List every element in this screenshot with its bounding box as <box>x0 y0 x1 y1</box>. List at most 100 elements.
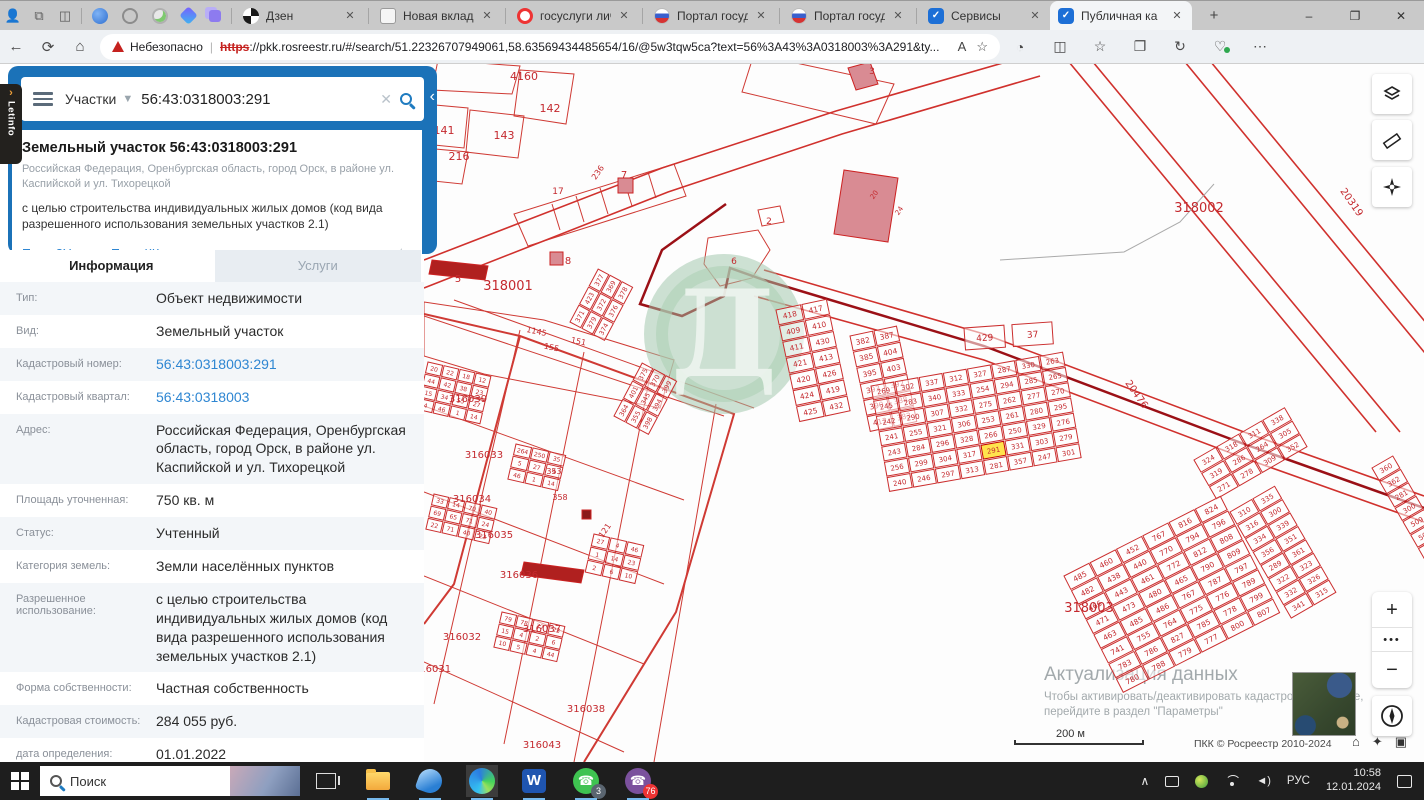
tab-dzen[interactable]: Дзен ✕ <box>235 1 365 31</box>
close-tab-icon[interactable]: ✕ <box>617 9 631 22</box>
word-app[interactable]: W <box>518 765 550 800</box>
tab-servisy[interactable]: ✓ Сервисы ✕ <box>920 1 1050 31</box>
zoom-in-button[interactable]: + <box>1372 592 1412 628</box>
row-value: Земельный участок <box>156 322 284 339</box>
map-label: 318003 <box>1064 601 1114 616</box>
wifi-icon[interactable] <box>1224 775 1240 787</box>
start-button[interactable] <box>0 762 40 800</box>
back-icon[interactable]: ← <box>0 38 32 55</box>
chevron-down-icon[interactable]: ▼ <box>122 93 133 105</box>
address-bar[interactable]: Небезопасно | https ://pkk.rosreestr.ru/… <box>100 33 1000 60</box>
tab-gosuslugi[interactable]: госуслуги лич ✕ <box>509 1 639 31</box>
cadastral-number-link[interactable]: 56:43:0318003:291 <box>156 355 424 374</box>
close-tab-icon[interactable]: ✕ <box>1028 9 1042 22</box>
close-tab-icon[interactable]: ✕ <box>343 9 357 22</box>
gosuslugi-icon <box>517 7 533 24</box>
search-placeholder: Поиск <box>70 773 107 789</box>
layers-button[interactable] <box>1372 74 1412 114</box>
browser-essentials-icon[interactable]: ♡ <box>1200 38 1240 55</box>
cadastral-quarter-link[interactable]: 56:43:0318003 <box>156 388 424 407</box>
table-row: Кадастровый номер: 56:43:0318003:291 <box>0 347 424 381</box>
edge-app[interactable] <box>466 765 498 800</box>
divider <box>916 7 917 24</box>
tab-portal-1[interactable]: Портал госуда ✕ <box>646 1 776 31</box>
restore-button[interactable]: ❐ <box>1332 1 1378 31</box>
locate-button[interactable] <box>1372 167 1412 207</box>
menu-icon[interactable] <box>33 89 53 109</box>
more-icon[interactable]: ⋯ <box>1240 38 1280 55</box>
search-input[interactable] <box>141 90 373 108</box>
measure-button[interactable] <box>1372 120 1412 160</box>
parcel-info-card: Земельный участок 56:43:0318003:291 Росс… <box>12 130 422 266</box>
split-screen-icon[interactable]: ◫ <box>1040 38 1080 55</box>
search-category[interactable]: Участки <box>65 91 116 107</box>
clear-search-icon[interactable]: ✕ <box>380 91 392 108</box>
collections-icon[interactable]: ❐ <box>1120 38 1160 55</box>
overview-minimap[interactable] <box>1292 672 1356 736</box>
taskbar-search[interactable]: Поиск <box>40 766 300 796</box>
globe-icon[interactable] <box>92 7 108 24</box>
photos-app[interactable] <box>414 765 446 800</box>
home-icon[interactable]: ⌂ <box>64 38 96 55</box>
tab-pkk-active[interactable]: ✓ Публичная ка ✕ <box>1050 0 1192 31</box>
antivirus-icon[interactable] <box>1195 774 1209 788</box>
hidden-icons-chevron[interactable]: ∧ <box>1141 774 1150 788</box>
cycle-icon[interactable] <box>152 7 168 24</box>
compass-button[interactable] <box>1372 696 1412 736</box>
ring-icon[interactable] <box>122 7 138 24</box>
tab-portal-2[interactable]: Портал госуда ✕ <box>783 1 913 31</box>
minimize-button[interactable]: – <box>1286 1 1332 31</box>
letinfo-arrow-icon: › <box>9 87 13 99</box>
favorite-star-icon[interactable]: ☆ <box>976 39 988 55</box>
tab-actions-icon[interactable]: ◫ <box>52 8 78 24</box>
map-label: 216 <box>449 150 470 163</box>
row-label: Адрес: <box>16 423 51 436</box>
squares-icon[interactable] <box>209 9 221 22</box>
row-label: Вид: <box>16 324 39 337</box>
read-aloud-icon[interactable]: A <box>958 39 967 54</box>
info-panel: ‹ Участки ▼ ✕ › Letinfo Земельный участо… <box>0 64 437 762</box>
zoom-out-button[interactable]: − <box>1372 652 1412 688</box>
cadastral-map[interactable]: Актуализация данных Чтобы активировать/д… <box>424 64 1424 762</box>
clock[interactable]: 10:58 12.01.2024 <box>1326 767 1381 795</box>
home-map-icon[interactable]: ⌂ <box>1352 734 1360 750</box>
close-tab-icon[interactable]: ✕ <box>480 9 494 22</box>
workspaces-icon[interactable]: ⧉ <box>26 8 52 24</box>
map-label: 316035 <box>475 530 513 541</box>
history-icon[interactable]: ↻ <box>1160 38 1200 55</box>
language-indicator[interactable]: РУС <box>1287 775 1310 787</box>
file-explorer-app[interactable] <box>362 765 394 800</box>
letinfo-side-tab[interactable]: › Letinfo <box>0 84 22 164</box>
map-label: 316038 <box>567 704 605 715</box>
profile-icon[interactable]: 👤 <box>0 8 26 24</box>
close-tab-icon[interactable]: ✕ <box>1170 9 1184 22</box>
search-icon[interactable] <box>400 93 412 105</box>
close-tab-icon[interactable]: ✕ <box>754 9 768 22</box>
close-tab-icon[interactable]: ✕ <box>891 9 905 22</box>
basemap-icon[interactable]: ▣ <box>1395 734 1407 750</box>
notification-center-icon[interactable] <box>1397 774 1412 788</box>
map-canvas[interactable]: Д 37142337737937236937437637836440137535… <box>424 64 1424 762</box>
map-label: 1145 <box>526 325 548 338</box>
volume-icon[interactable]: ◄) <box>1256 775 1271 787</box>
copilot-icon[interactable]: ◔ <box>1000 39 1040 55</box>
whatsapp-app[interactable]: ☎ 3 <box>570 765 606 800</box>
collapse-panel-icon[interactable]: ‹ <box>430 88 435 106</box>
center-map-icon[interactable]: ✦ <box>1372 734 1383 750</box>
tab-information[interactable]: Информация <box>8 250 215 282</box>
viber-app[interactable]: ☎ 76 <box>622 765 658 800</box>
task-view-icon[interactable] <box>316 773 340 789</box>
zoom-more-button[interactable]: ••• <box>1372 628 1412 652</box>
close-button[interactable]: ✕ <box>1378 1 1424 31</box>
refresh-icon[interactable]: ⟳ <box>32 38 64 56</box>
parcel-number: 429 <box>976 333 994 344</box>
map-label: 353 <box>546 467 561 476</box>
windows-taskbar: Поиск W ☎ 3 ☎ 76 ∧ ◄) РУС 10:58 12.01.20… <box>0 762 1424 800</box>
new-tab-button[interactable]: + <box>1202 7 1226 24</box>
favorites-icon[interactable]: ☆ <box>1080 38 1120 55</box>
tab-new-tab[interactable]: Новая вкладк ✕ <box>372 1 502 31</box>
tab-services[interactable]: Услуги <box>214 250 421 282</box>
divider <box>368 7 369 24</box>
display-icon[interactable] <box>1165 775 1180 787</box>
gem-icon[interactable] <box>179 6 198 25</box>
